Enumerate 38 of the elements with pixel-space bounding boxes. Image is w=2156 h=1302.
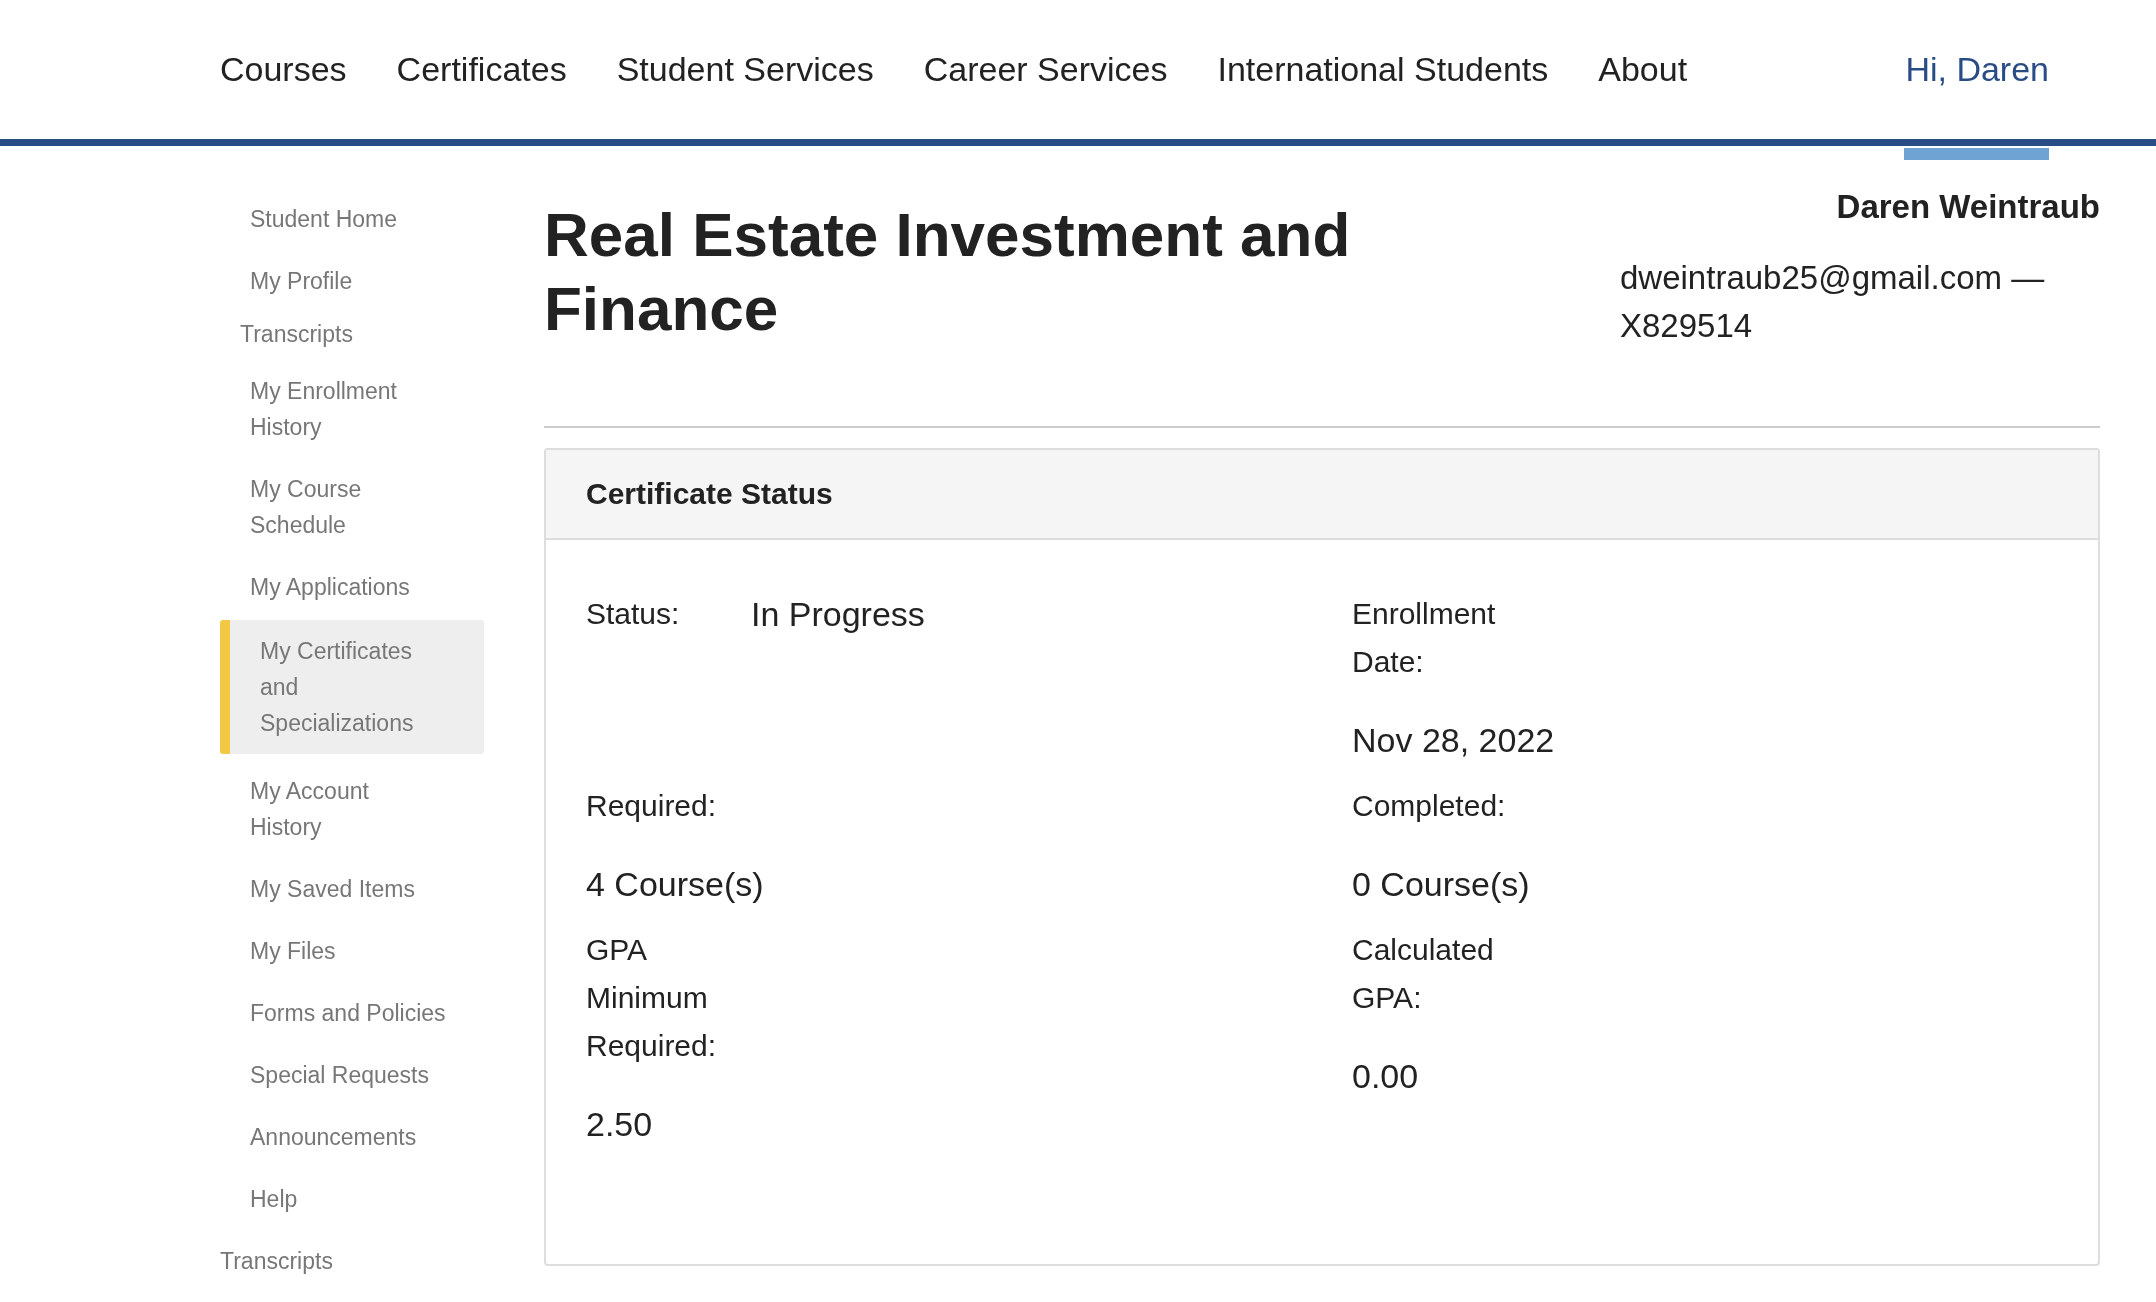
- field-value: 0.00: [1352, 1056, 1420, 1097]
- field-value: Nov 28, 2022: [1352, 720, 1556, 761]
- field-label: Status:: [586, 596, 681, 632]
- page-title: Real Estate Investment and Finance: [544, 199, 1352, 345]
- nav-link[interactable]: Courses: [220, 50, 347, 89]
- sidebar-item[interactable]: Student Home: [220, 188, 484, 250]
- sidebar-item[interactable]: My Certificates and Specializations: [220, 620, 484, 754]
- nav-link[interactable]: International Students: [1217, 50, 1549, 89]
- sidebar-item[interactable]: My Account History: [220, 760, 484, 858]
- sidebar-item[interactable]: My Applications: [220, 556, 484, 618]
- field-label: Calculated GPA:: [1352, 932, 1495, 1016]
- sidebar-item[interactable]: My Course Schedule: [220, 458, 484, 556]
- sidebar-item[interactable]: Transcripts: [220, 312, 484, 360]
- user-greeting-link[interactable]: Hi, Daren: [1905, 50, 2049, 89]
- sidebar-item[interactable]: Transcripts: [220, 1230, 484, 1292]
- field-label: Required:: [586, 788, 718, 824]
- sidebar-item[interactable]: Forms and Policies: [220, 982, 484, 1044]
- nav-link[interactable]: About: [1598, 50, 1688, 89]
- nav-link[interactable]: Certificates: [396, 50, 567, 89]
- field-value: 4 Course(s): [586, 864, 765, 905]
- field-value: 0 Course(s): [1352, 864, 1531, 905]
- user-name: Daren Weintraub: [1836, 188, 2100, 226]
- sidebar-item[interactable]: Help: [220, 1168, 484, 1230]
- nav-link[interactable]: Career Services: [923, 50, 1168, 89]
- sidebar-item[interactable]: My Files: [220, 920, 484, 982]
- nav-link[interactable]: Student Services: [616, 50, 874, 89]
- sidebar-item[interactable]: My Saved Items: [220, 858, 484, 920]
- field-label: Completed:: [1352, 788, 1507, 824]
- field-value: 2.50: [586, 1104, 654, 1145]
- field-label: Enrollment Date:: [1352, 596, 1497, 680]
- field-value: In Progress: [751, 594, 925, 635]
- sidebar-item[interactable]: Special Requests: [220, 1044, 484, 1106]
- sidebar-item[interactable]: My Profile: [220, 250, 484, 312]
- card-header: Certificate Status: [546, 450, 2098, 540]
- sidebar-item[interactable]: My Enrollment History: [220, 360, 484, 458]
- sidebar-item[interactable]: Announcements: [220, 1106, 484, 1168]
- user-contact: dweintraub25@gmail.com — X829514: [1620, 258, 2046, 346]
- field-label: GPA Minimum Required:: [586, 932, 718, 1064]
